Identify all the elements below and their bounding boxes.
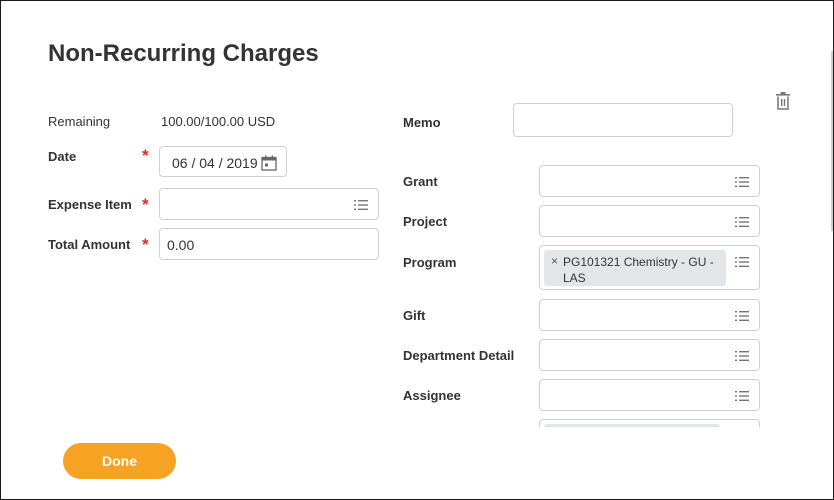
list-icon[interactable] xyxy=(735,255,749,267)
total-amount-label: Total Amount xyxy=(48,237,131,252)
program-input[interactable]: × PG101321 Chemistry - GU - LAS xyxy=(539,245,760,290)
page-title: Non-Recurring Charges xyxy=(48,40,319,67)
date-required-marker: * xyxy=(142,146,149,165)
next-field-partial[interactable] xyxy=(539,419,760,427)
assignee-input[interactable] xyxy=(539,379,760,411)
memo-label: Memo xyxy=(403,115,441,130)
list-icon[interactable] xyxy=(354,198,368,210)
program-label: Program xyxy=(403,255,457,270)
gift-input[interactable] xyxy=(539,299,760,331)
department-detail-label: Department Detail xyxy=(403,348,515,363)
list-icon[interactable] xyxy=(735,349,749,361)
done-button[interactable]: Done xyxy=(63,443,176,479)
gift-label: Gift xyxy=(403,308,426,323)
assignee-label: Assignee xyxy=(403,388,461,403)
total-amount-input[interactable]: 0.00 xyxy=(159,228,379,260)
calendar-icon[interactable] xyxy=(261,155,277,171)
date-value: 06 / 04 / 2019 xyxy=(172,155,258,171)
date-label: Date xyxy=(48,149,77,164)
project-input[interactable] xyxy=(539,205,760,237)
remaining-value: 100.00/100.00 USD xyxy=(161,114,276,129)
list-icon[interactable] xyxy=(735,389,749,401)
total-amount-required-marker: * xyxy=(142,235,149,254)
dialog: Non-Recurring Charges Remaining 100.00/1… xyxy=(0,0,834,500)
expense-item-label: Expense Item xyxy=(48,197,132,212)
list-icon[interactable] xyxy=(735,215,749,227)
grant-label: Grant xyxy=(403,174,438,189)
total-amount-value: 0.00 xyxy=(167,237,195,253)
partial-tag xyxy=(544,424,720,427)
remove-tag-icon[interactable]: × xyxy=(551,254,558,268)
program-tag-label: PG101321 Chemistry - GU - LAS xyxy=(563,255,714,285)
project-label: Project xyxy=(403,214,448,229)
remaining-label: Remaining xyxy=(48,114,111,129)
trash-icon[interactable] xyxy=(775,92,791,110)
memo-input[interactable] xyxy=(513,103,733,137)
list-icon[interactable] xyxy=(735,309,749,321)
grant-input[interactable] xyxy=(539,165,760,197)
list-icon[interactable] xyxy=(735,175,749,187)
program-tag: × PG101321 Chemistry - GU - LAS xyxy=(544,250,726,286)
department-detail-input[interactable] xyxy=(539,339,760,371)
date-input[interactable]: 06 / 04 / 2019 xyxy=(159,146,287,177)
expense-item-required-marker: * xyxy=(142,195,149,214)
expense-item-input[interactable] xyxy=(159,188,379,220)
